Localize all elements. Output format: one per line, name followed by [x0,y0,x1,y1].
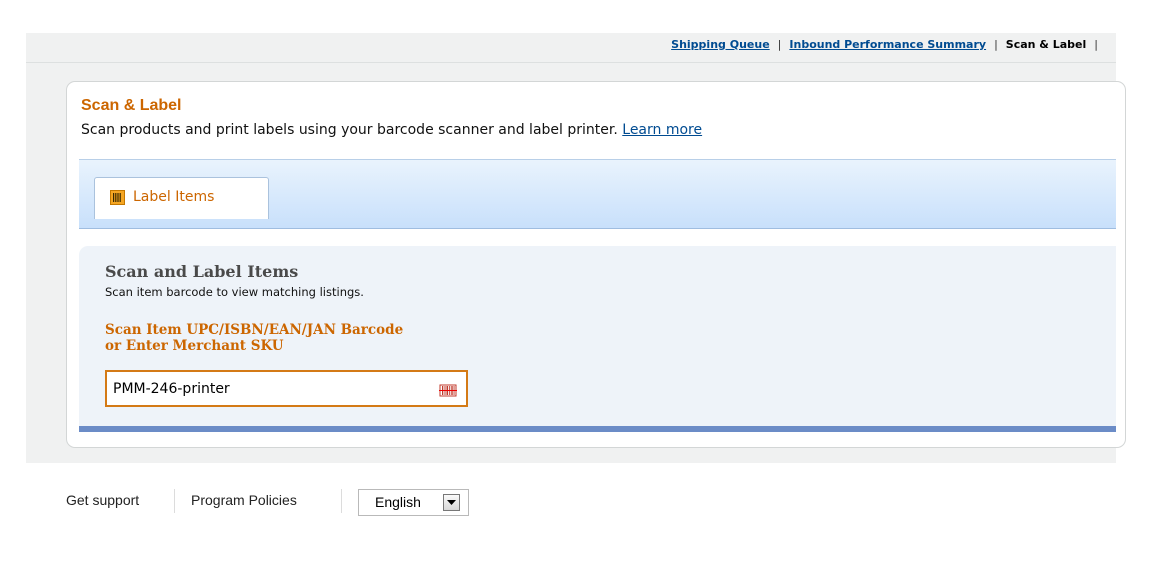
footer-divider [341,489,342,513]
language-select-value: English [375,494,421,510]
nav-link-inbound-performance-summary[interactable]: Inbound Performance Summary [789,38,986,51]
learn-more-link[interactable]: Learn more [622,122,702,138]
scan-field-label: Scan Item UPC/ISBN/EAN/JAN Barcode or En… [105,322,403,354]
panel-title: Scan and Label Items [105,262,299,281]
scan-input-box [105,370,468,407]
chevron-down-icon[interactable] [443,494,460,511]
barcode-icon [110,190,125,205]
nav-link-shipping-queue[interactable]: Shipping Queue [671,38,770,51]
panel-subtitle: Scan item barcode to view matching listi… [105,285,364,299]
nav-separator: | [777,38,782,51]
tab-label-items[interactable]: Label Items [94,177,269,219]
scan-field-label-line2: or Enter Merchant SKU [105,338,284,354]
page-subtitle: Scan products and print labels using you… [81,122,702,138]
barcode-icon[interactable] [439,382,457,397]
footer-divider [174,489,175,513]
nav-separator: | [1094,38,1098,51]
nav-separator: | [994,38,998,51]
language-select[interactable]: English [358,489,469,516]
tab-label-items-label: Label Items [133,189,215,205]
page-subtitle-text: Scan products and print labels using you… [81,122,618,138]
get-support-link[interactable]: Get support [66,492,139,508]
program-policies-link[interactable]: Program Policies [191,492,297,508]
scan-sku-input[interactable] [113,379,423,399]
top-navigation: Shipping Queue | Inbound Performance Summa… [26,33,1116,63]
panel-divider [79,426,1116,432]
nav-current-scan-label[interactable]: Scan & Label [1006,38,1087,51]
page-title: Scan & Label [81,97,182,114]
scan-field-label-line1: Scan Item UPC/ISBN/EAN/JAN Barcode [105,322,404,338]
